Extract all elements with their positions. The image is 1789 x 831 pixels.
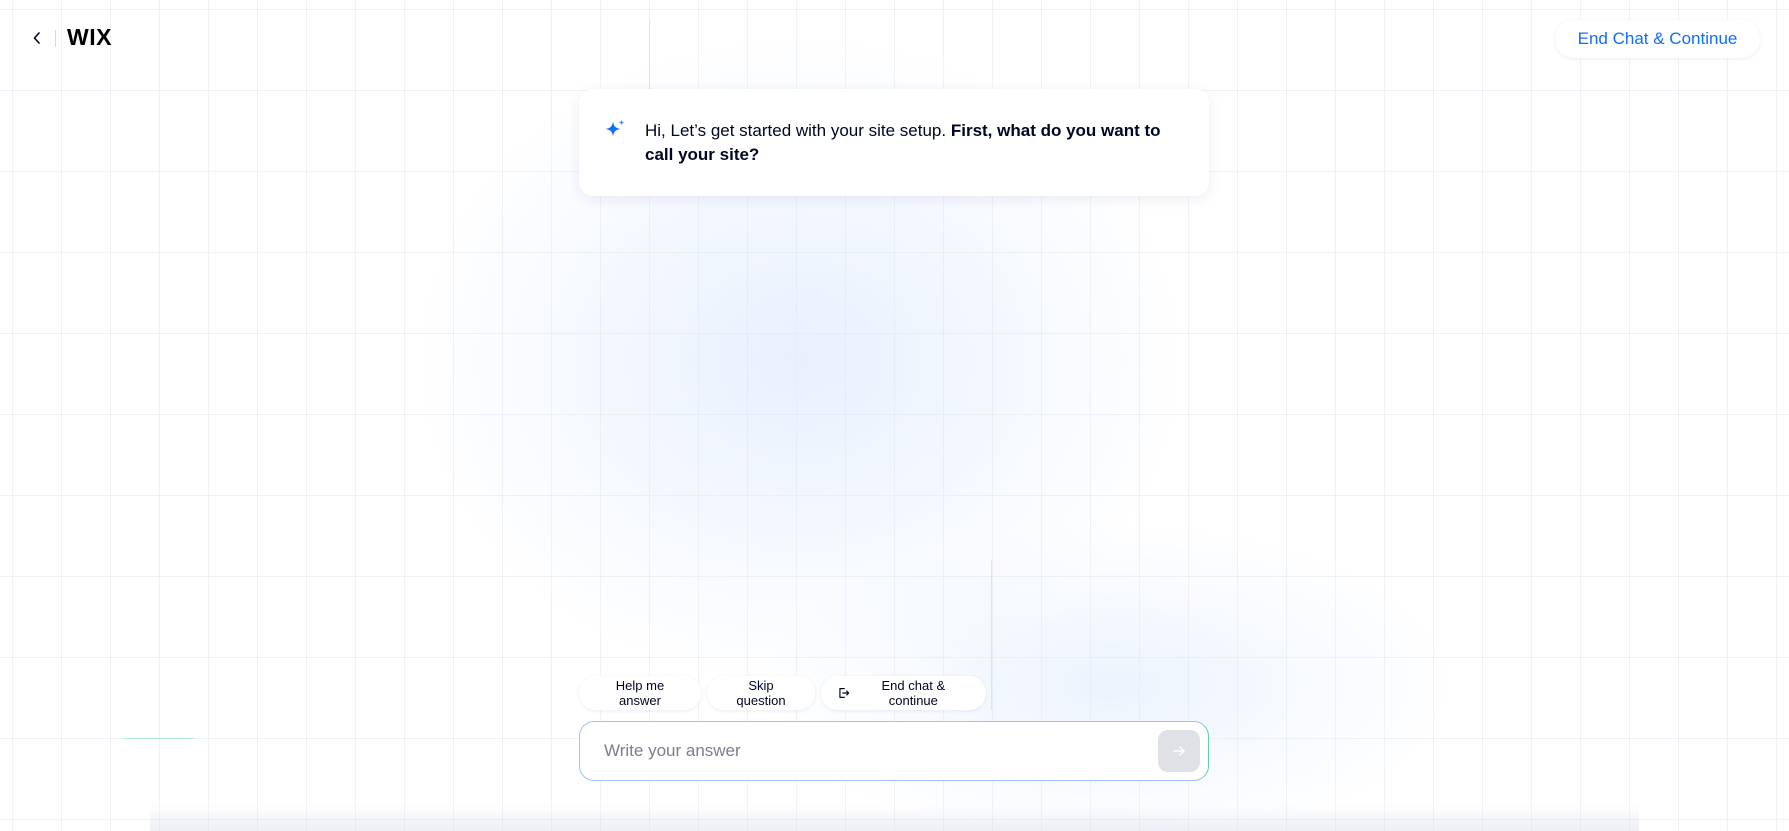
sparkle-icon <box>605 119 625 137</box>
grid-accent-line <box>124 738 194 739</box>
bottom-shade <box>150 805 1639 831</box>
back-button[interactable] <box>26 27 48 49</box>
assistant-message: Hi, Let’s get started with your site set… <box>579 89 1209 196</box>
answer-input[interactable] <box>604 722 1144 780</box>
end-chat-continue-button[interactable]: End Chat & Continue <box>1555 20 1760 58</box>
chevron-left-icon <box>33 32 40 44</box>
arrow-right-icon <box>1173 746 1185 756</box>
help-me-answer-label: Help me answer <box>615 678 665 708</box>
message-intro: Hi, Let’s get started with your site set… <box>645 121 951 140</box>
exit-icon <box>839 688 850 698</box>
header-divider <box>55 30 56 47</box>
help-me-answer-button[interactable]: Help me answer <box>579 676 701 710</box>
answer-input-container <box>579 721 1209 781</box>
send-button[interactable] <box>1158 730 1200 772</box>
end-chat-label: End chat & continue <box>881 678 946 708</box>
wix-logo[interactable]: WIX <box>67 24 112 51</box>
grid-accent-line <box>991 560 992 710</box>
end-chat-button[interactable]: End chat & continue <box>821 676 986 710</box>
assistant-message-text: Hi, Let’s get started with your site set… <box>645 119 1175 167</box>
skip-question-label: Skip question <box>736 678 786 708</box>
skip-question-button[interactable]: Skip question <box>707 676 815 710</box>
